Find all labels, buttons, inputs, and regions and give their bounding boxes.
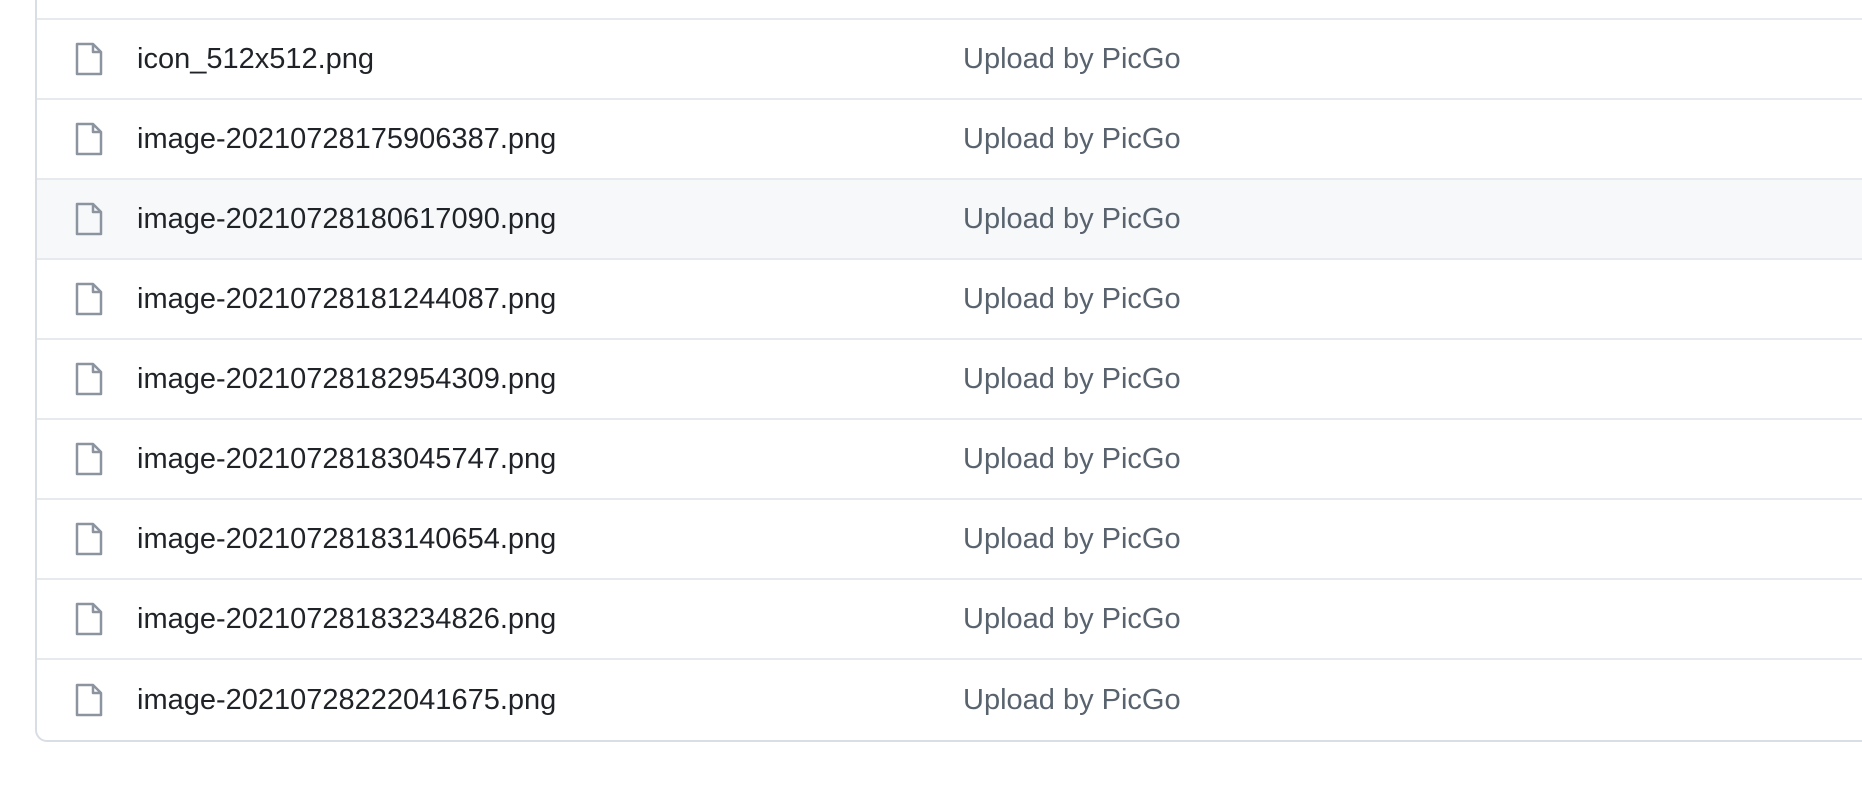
file-row[interactable]: image-20210728182954309.png Upload by Pi… [37, 340, 1862, 420]
file-icon [75, 362, 103, 396]
file-name-link[interactable]: image-20210728180617090.png [137, 203, 963, 236]
file-icon [75, 442, 103, 476]
commit-message-link[interactable]: Upload by PicGo [963, 123, 1181, 156]
file-name-link[interactable]: image-20210728175906387.png [137, 123, 963, 156]
file-icon [75, 282, 103, 316]
file-row[interactable]: image-20210728181244087.png Upload by Pi… [37, 260, 1862, 340]
file-icon [75, 202, 103, 236]
commit-message-link[interactable]: Upload by PicGo [963, 203, 1181, 236]
file-list: icon_512x512.png Upload by PicGo image-2… [35, 0, 1862, 742]
file-name-link[interactable]: image-20210728181244087.png [137, 283, 963, 316]
file-row[interactable]: image-20210728183234826.png Upload by Pi… [37, 580, 1862, 660]
file-name-link[interactable]: image-20210728183045747.png [137, 443, 963, 476]
commit-message-link[interactable]: Upload by PicGo [963, 43, 1181, 76]
file-row[interactable]: icon_512x512.png Upload by PicGo [37, 20, 1862, 100]
commit-message-link[interactable]: Upload by PicGo [963, 443, 1181, 476]
file-name-link[interactable]: image-20210728222041675.png [137, 684, 963, 717]
file-row[interactable]: image-20210728175906387.png Upload by Pi… [37, 100, 1862, 180]
file-icon [75, 522, 103, 556]
commit-message-link[interactable]: Upload by PicGo [963, 283, 1181, 316]
file-row[interactable]: image-20210728222041675.png Upload by Pi… [37, 660, 1862, 740]
file-row[interactable]: image-20210728183045747.png Upload by Pi… [37, 420, 1862, 500]
file-icon [75, 122, 103, 156]
file-icon [75, 602, 103, 636]
file-name-link[interactable]: image-20210728183140654.png [137, 523, 963, 556]
file-icon [75, 42, 103, 76]
commit-message-link[interactable]: Upload by PicGo [963, 603, 1181, 636]
file-list-previous-row [37, 0, 1862, 20]
file-name-link[interactable]: image-20210728182954309.png [137, 363, 963, 396]
commit-message-link[interactable]: Upload by PicGo [963, 523, 1181, 556]
file-row-hovered[interactable]: image-20210728180617090.png Upload by Pi… [37, 180, 1862, 260]
file-icon [75, 683, 103, 717]
file-name-link[interactable]: image-20210728183234826.png [137, 603, 963, 636]
file-row[interactable]: image-20210728183140654.png Upload by Pi… [37, 500, 1862, 580]
commit-message-link[interactable]: Upload by PicGo [963, 684, 1181, 717]
commit-message-link[interactable]: Upload by PicGo [963, 363, 1181, 396]
file-name-link[interactable]: icon_512x512.png [137, 43, 963, 76]
